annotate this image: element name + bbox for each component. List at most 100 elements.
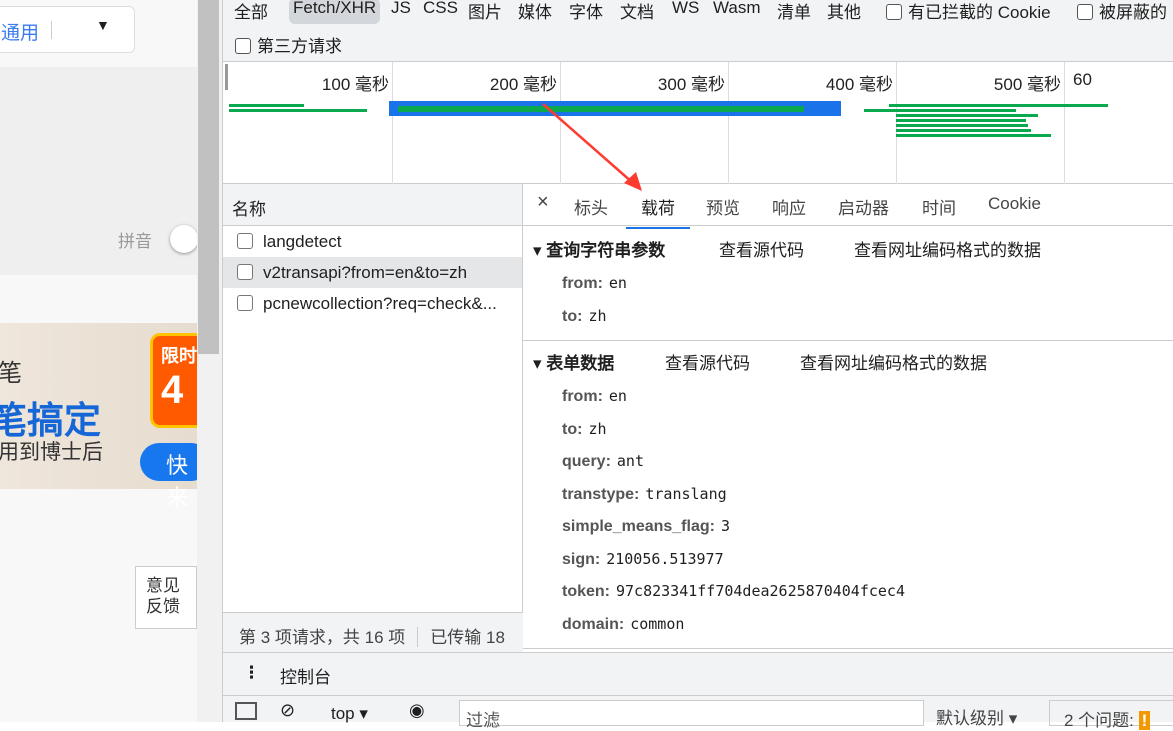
transferred-size: 已传输 18	[430, 628, 505, 647]
view-encoded-link[interactable]: 查看网址编码格式的数据	[854, 236, 1041, 261]
sidebar-toggle-icon[interactable]	[235, 702, 257, 720]
feedback-button[interactable]: 意见反馈	[135, 566, 197, 629]
tab-preview[interactable]: 预览	[706, 194, 740, 219]
filter-ws[interactable]: WS	[672, 0, 699, 18]
waterfall-overview[interactable]: 100 毫秒 200 毫秒 300 毫秒 400 毫秒 500 毫秒 60	[223, 62, 1173, 184]
log-level-label: 默认级别	[936, 709, 1004, 728]
detail-tabs: × 标头 载荷 预览 响应 启动器 时间 Cookie	[523, 184, 1173, 229]
close-icon[interactable]: ×	[537, 191, 549, 214]
third-party-checkbox[interactable]: 第三方请求	[235, 32, 342, 57]
form-row: simple_means_flag: 3	[562, 517, 730, 535]
tick-100: 100 毫秒	[321, 75, 389, 94]
tick-200: 200 毫秒	[489, 75, 557, 94]
request-count: 第 3 项请求，共 16 项	[239, 628, 406, 647]
blocked-requests-label: 被屏蔽的	[1099, 3, 1167, 22]
request-row[interactable]: pcnewcollection?req=check&...	[223, 288, 522, 319]
tab-timing[interactable]: 时间	[922, 194, 956, 219]
tick-400: 400 毫秒	[825, 75, 893, 94]
view-source-link[interactable]: 查看源代码	[719, 236, 804, 261]
issues-button[interactable]: 2 个问题: !	[1049, 700, 1173, 730]
filter-media[interactable]: 媒体	[518, 0, 552, 23]
request-list: 名称 langdetect v2transapi?from=en&to=zh p…	[223, 184, 523, 652]
banner-tag: 限时 4	[150, 333, 197, 428]
waterfall-bar	[889, 104, 1108, 107]
form-row: transtype: translang	[562, 485, 727, 503]
view-source-link[interactable]: 查看源代码	[665, 349, 750, 374]
eye-icon[interactable]: ◉	[409, 700, 425, 721]
log-level-select[interactable]: 默认级别 ▾	[936, 704, 1017, 729]
pinyin-label: 拼音	[118, 232, 152, 251]
param-row: to: zh	[562, 307, 607, 325]
form-row: token: 97c823341ff704dea2625870404fcec4	[562, 582, 905, 600]
banner-line3: 用到博士后	[0, 441, 103, 464]
dropdown-icon: ▼	[96, 17, 110, 33]
banner-button[interactable]: 快来	[140, 443, 197, 510]
issues-label: 2 个问题:	[1064, 711, 1134, 730]
form-row: sign: 210056.513977	[562, 550, 724, 568]
filter-fetch-xhr[interactable]: Fetch/XHR	[289, 0, 381, 24]
filter-js[interactable]: JS	[391, 0, 411, 18]
waterfall-bar	[229, 109, 367, 112]
query-params-section: ▾ 查询字符串参数 查看源代码 查看网址编码格式的数据 from: en to: z…	[523, 226, 1173, 341]
tab-headers[interactable]: 标头	[574, 194, 608, 219]
waterfall-bar	[896, 129, 1031, 132]
filter-img[interactable]: 图片	[468, 0, 502, 23]
blocked-requests-checkbox[interactable]: 被屏蔽的	[1077, 0, 1167, 23]
tick-500: 500 毫秒	[993, 75, 1061, 94]
waterfall-bar	[864, 109, 1016, 112]
form-row: from: en	[562, 387, 627, 405]
form-row: domain: common	[562, 615, 685, 633]
blocked-cookies-label: 有已拦截的 Cookie	[908, 3, 1051, 22]
selected-range[interactable]	[389, 101, 841, 116]
tick-600: 60	[1073, 70, 1092, 89]
form-data-toggle[interactable]: ▾ 表单数据	[533, 349, 614, 374]
request-name: pcnewcollection?req=check&...	[263, 294, 497, 313]
tab-cookies[interactable]: Cookie	[988, 194, 1041, 214]
form-row: to: zh	[562, 420, 607, 438]
web-page: 通用 ▼ 拼音 笔 笔搞定 用到博士后 限时 4 快来 意见反馈	[0, 0, 197, 722]
tab-console[interactable]: 控制台	[266, 663, 345, 700]
blocked-cookies-checkbox[interactable]: 有已拦截的 Cookie	[886, 0, 1051, 23]
filter-all[interactable]: 全部	[234, 0, 268, 23]
filter-other[interactable]: 其他	[827, 0, 861, 23]
filter-manifest[interactable]: 清单	[777, 0, 811, 23]
query-params-toggle[interactable]: ▾ 查询字符串参数	[533, 236, 665, 261]
waterfall-bar	[896, 119, 1026, 122]
filter-font[interactable]: 字体	[569, 0, 603, 23]
waterfall-bar	[896, 134, 1051, 137]
waterfall-bar	[896, 124, 1028, 127]
filter-css[interactable]: CSS	[423, 0, 458, 18]
view-encoded-link[interactable]: 查看网址编码格式的数据	[800, 349, 987, 374]
drawer-tabs: ⋮ 控制台	[223, 652, 1173, 700]
filter-doc[interactable]: 文档	[620, 0, 654, 23]
clear-console-icon[interactable]: ⊘	[280, 700, 295, 721]
waterfall-bar	[896, 114, 1038, 117]
banner-line1: 笔	[0, 360, 22, 387]
param-row: from: en	[562, 274, 627, 292]
name-column-header[interactable]: 名称	[223, 184, 522, 226]
request-name: langdetect	[263, 232, 342, 251]
form-data-title: 表单数据	[546, 354, 615, 373]
ad-banner[interactable]: 笔 笔搞定 用到博士后 限时 4 快来	[0, 323, 197, 510]
context-select[interactable]: top ▾	[331, 704, 368, 724]
tag-number: 4	[161, 368, 184, 412]
waterfall-bar	[229, 104, 304, 107]
tab-response[interactable]: 响应	[772, 194, 806, 219]
tab-payload[interactable]: 载荷	[626, 194, 690, 229]
console-filter-input[interactable]: 过滤	[459, 700, 924, 730]
devtools-network-panel: 全部 Fetch/XHR JS CSS 图片 媒体 字体 文档 WS Wasm …	[222, 0, 1173, 730]
filter-wasm[interactable]: Wasm	[713, 0, 761, 18]
tag-text: 限时	[161, 346, 197, 366]
tab-initiator[interactable]: 启动器	[838, 194, 889, 219]
pinyin-toggle[interactable]	[170, 225, 197, 253]
request-row[interactable]: langdetect	[223, 226, 522, 257]
more-icon[interactable]: ⋮	[243, 663, 260, 683]
scrollbar-thumb[interactable]	[198, 0, 219, 354]
status-bar: 第 3 项请求，共 16 项 已传输 18	[223, 612, 523, 652]
request-row-selected[interactable]: v2transapi?from=en&to=zh	[223, 257, 522, 288]
input-area	[0, 67, 197, 275]
language-select[interactable]: 通用 ▼	[0, 6, 135, 53]
tick-300: 300 毫秒	[657, 75, 725, 94]
context-label: top	[331, 704, 355, 723]
third-party-label: 第三方请求	[257, 37, 342, 56]
